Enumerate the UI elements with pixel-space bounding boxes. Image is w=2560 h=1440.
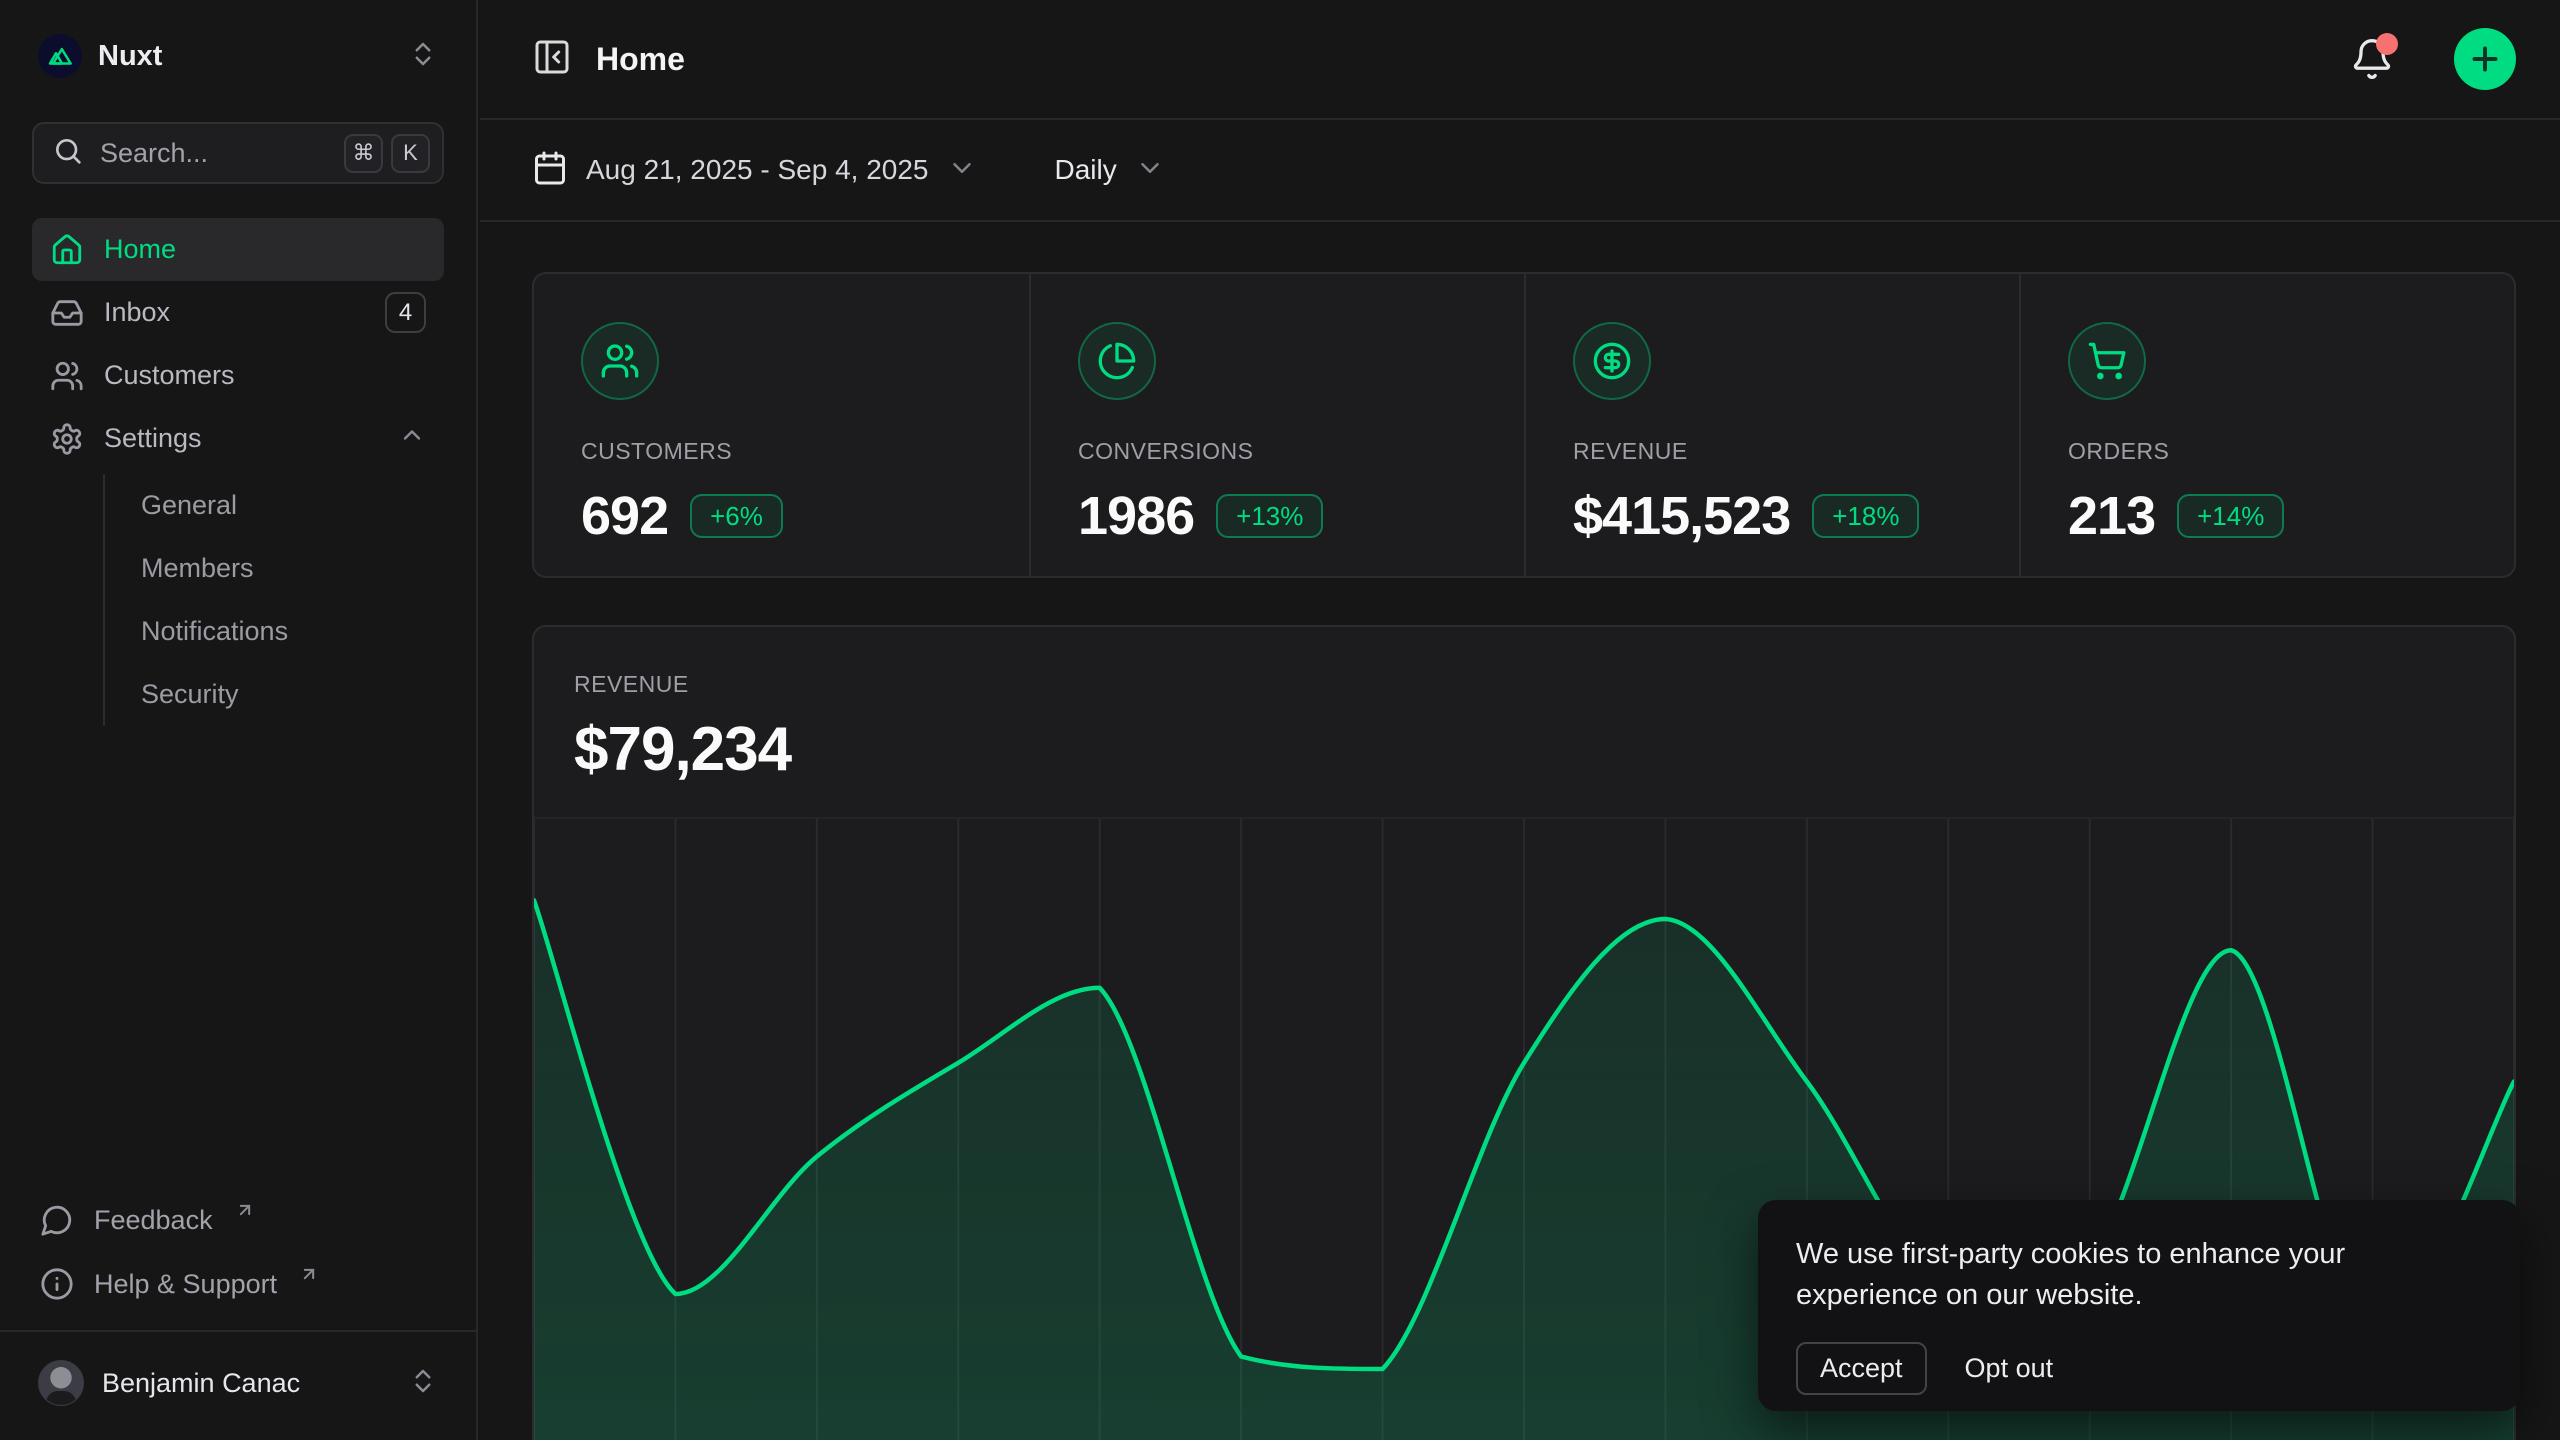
revenue-chart-label: REVENUE	[574, 671, 2514, 698]
filter-toolbar: Aug 21, 2025 - Sep 4, 2025 Daily	[480, 120, 2560, 222]
user-name: Benjamin Canac	[102, 1368, 390, 1399]
stat-label: ORDERS	[2068, 438, 2514, 465]
sidebar-divider	[0, 1330, 476, 1332]
avatar	[38, 1360, 84, 1406]
search-placeholder: Search...	[100, 138, 328, 169]
kbd-cmd: ⌘	[344, 134, 383, 173]
granularity-value: Daily	[1055, 154, 1117, 186]
chevron-down-icon	[1135, 153, 1165, 188]
feedback-label: Feedback	[94, 1205, 213, 1236]
collapse-sidebar-icon[interactable]	[532, 37, 572, 82]
sidebar-item-label: Customers	[104, 360, 426, 391]
chat-bubble-icon	[40, 1203, 74, 1237]
stat-card-conversions[interactable]: CONVERSIONS 1986 +13%	[1029, 274, 1524, 576]
stat-delta-badge: +18%	[1812, 494, 1919, 538]
add-button[interactable]	[2454, 28, 2516, 90]
stat-card-customers[interactable]: CUSTOMERS 692 +6%	[534, 274, 1029, 576]
stat-card-revenue[interactable]: REVENUE $415,523 +18%	[1524, 274, 2019, 576]
sidebar-item-notifications[interactable]: Notifications	[141, 600, 444, 663]
external-link-icon	[299, 1260, 319, 1291]
stat-delta-badge: +13%	[1216, 494, 1323, 538]
plus-icon	[2467, 41, 2503, 77]
search-kbd-shortcut: ⌘ K	[344, 134, 430, 173]
stat-label: CUSTOMERS	[581, 438, 1029, 465]
stat-value: 1986	[1078, 485, 1194, 547]
stat-label: CONVERSIONS	[1078, 438, 1524, 465]
info-icon	[40, 1267, 74, 1301]
pie-chart-icon	[1078, 322, 1156, 400]
granularity-select[interactable]: Daily	[1055, 153, 1165, 188]
dashboard-app: Nuxt Search... ⌘ K Home	[0, 0, 2560, 1440]
sidebar-item-security[interactable]: Security	[141, 663, 444, 726]
cookie-message: We use first-party cookies to enhance yo…	[1796, 1234, 2436, 1316]
shopping-cart-icon	[2068, 322, 2146, 400]
sidebar-item-customers[interactable]: Customers	[32, 344, 444, 407]
page-header: Home	[480, 0, 2560, 120]
users-icon	[581, 322, 659, 400]
stat-delta-badge: +6%	[690, 494, 783, 538]
chevron-up-icon	[398, 421, 426, 456]
sidebar-item-home[interactable]: Home	[32, 218, 444, 281]
sidebar-nav: Home Inbox 4 Customers Settings	[32, 218, 444, 726]
search-input[interactable]: Search... ⌘ K	[32, 122, 444, 184]
sidebar-item-inbox[interactable]: Inbox 4	[32, 281, 444, 344]
kbd-k: K	[391, 134, 430, 173]
user-menu[interactable]: Benjamin Canac	[32, 1354, 444, 1412]
chevrons-up-down-icon	[408, 39, 438, 74]
inbox-icon	[50, 296, 84, 330]
date-range-picker[interactable]: Aug 21, 2025 - Sep 4, 2025	[532, 150, 977, 191]
accept-cookies-button[interactable]: Accept	[1796, 1342, 1927, 1395]
external-link-icon	[235, 1196, 255, 1227]
brand-name: Nuxt	[98, 40, 392, 73]
stat-value: 213	[2068, 485, 2155, 547]
settings-subnav: General Members Notifications Security	[103, 474, 444, 726]
home-icon	[50, 233, 84, 267]
stat-value: $415,523	[1573, 485, 1790, 547]
stat-card-orders[interactable]: ORDERS 213 +14%	[2019, 274, 2514, 576]
circle-dollar-icon	[1573, 322, 1651, 400]
chevron-down-icon	[947, 153, 977, 188]
stat-value: 692	[581, 485, 668, 547]
sidebar-item-label: Home	[104, 234, 426, 265]
chevrons-up-down-icon	[408, 1366, 438, 1401]
sidebar: Nuxt Search... ⌘ K Home	[0, 0, 478, 1440]
page-title: Home	[596, 41, 2326, 78]
calendar-icon	[532, 150, 568, 191]
stat-delta-badge: +14%	[2177, 494, 2284, 538]
feedback-link[interactable]: Feedback	[32, 1188, 444, 1252]
stat-label: REVENUE	[1573, 438, 2019, 465]
workspace-switcher[interactable]: Nuxt	[32, 30, 444, 82]
help-support-link[interactable]: Help & Support	[32, 1252, 444, 1316]
nuxt-logo-icon	[38, 34, 82, 78]
sidebar-item-general[interactable]: General	[141, 474, 444, 537]
stats-row: CUSTOMERS 692 +6% CONVERSIONS 1986 +13%	[532, 272, 2516, 578]
inbox-count-badge: 4	[385, 292, 426, 333]
sidebar-spacer	[32, 726, 444, 1188]
sidebar-item-label: Inbox	[104, 297, 365, 328]
users-icon	[50, 359, 84, 393]
search-icon	[52, 135, 84, 172]
notification-dot	[2376, 33, 2398, 55]
cookie-banner: We use first-party cookies to enhance yo…	[1758, 1200, 2520, 1411]
opt-out-button[interactable]: Opt out	[1961, 1344, 2058, 1393]
date-range-value: Aug 21, 2025 - Sep 4, 2025	[586, 154, 929, 186]
help-support-label: Help & Support	[94, 1269, 277, 1300]
sidebar-item-members[interactable]: Members	[141, 537, 444, 600]
sidebar-item-label: Settings	[104, 423, 378, 454]
notifications-button[interactable]	[2350, 37, 2394, 81]
revenue-chart-total: $79,234	[574, 714, 2514, 785]
gear-icon	[50, 422, 84, 456]
sidebar-item-settings[interactable]: Settings	[32, 407, 444, 470]
